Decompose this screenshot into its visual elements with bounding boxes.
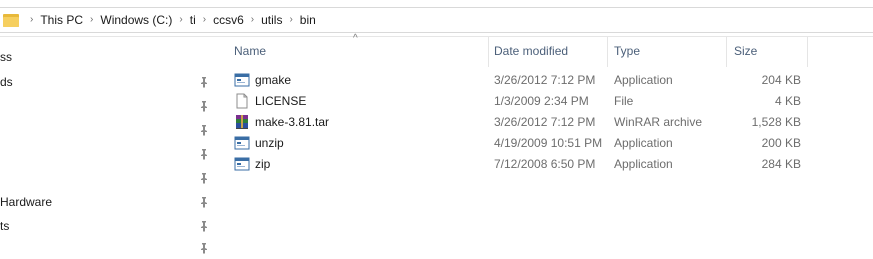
file-size: 1,528 KB [751,115,801,129]
file-date-modified: 4/19/2009 10:51 PM [494,136,603,150]
breadcrumb-item-bin[interactable]: › bin [282,8,315,32]
nav-item[interactable]: ts [0,215,214,237]
nav-item-label: ts [0,219,10,233]
pin-icon[interactable] [198,220,210,232]
file-list[interactable]: ^ Name Date modified Type Size gmake 3/2… [215,33,873,248]
column-header-name[interactable]: Name [234,44,266,58]
breadcrumb-item-utils[interactable]: › utils [244,8,283,32]
file-type: Application [614,136,673,150]
file-row[interactable]: zip 7/12/2008 6:50 PM Application 284 KB [215,154,808,175]
nav-item[interactable] [0,95,214,117]
chevron-right-icon[interactable]: › [244,8,261,32]
breadcrumb-label[interactable]: ccsv6 [213,8,244,32]
file-row[interactable]: unzip 4/19/2009 10:51 PM Application 200… [215,133,808,154]
file-row[interactable]: gmake 3/26/2012 7:12 PM Application 204 … [215,70,808,91]
file-name: make-3.81.tar [255,115,330,129]
breadcrumb-label[interactable]: Windows (C:) [100,8,172,32]
breadcrumb-item-ccsv6[interactable]: › ccsv6 [196,8,244,32]
chevron-right-icon[interactable]: › [172,8,189,32]
breadcrumb-label[interactable]: utils [261,8,282,32]
pin-icon[interactable] [198,172,210,184]
column-divider[interactable] [607,37,608,67]
nav-item[interactable]: ds [0,71,214,93]
chevron-right-icon[interactable]: › [83,8,100,32]
column-headers: ^ Name Date modified Type Size [215,33,873,67]
chevron-right-icon[interactable]: › [23,8,40,32]
column-divider[interactable] [726,37,727,67]
pin-icon[interactable] [198,196,210,208]
file-date-modified: 3/26/2012 7:12 PM [494,73,596,87]
application-icon [234,136,250,150]
navigation-pane[interactable]: ss ds Hardware ts [0,37,214,254]
sort-ascending-icon: ^ [353,33,358,44]
nav-item[interactable] [0,119,214,141]
column-header-date-modified[interactable]: Date modified [494,44,568,58]
file-row[interactable]: make-3.81.tar 3/26/2012 7:12 PM WinRAR a… [215,112,808,133]
address-bar[interactable]: › This PC › Windows (C:) › ti › ccsv6 › … [0,0,873,37]
pin-icon[interactable] [198,148,210,160]
file-name: gmake [255,73,292,87]
file-type: File [614,94,634,108]
chevron-right-icon[interactable]: › [282,8,299,32]
nav-item[interactable] [0,237,214,259]
file-size: 200 KB [761,136,801,150]
column-header-type[interactable]: Type [614,44,640,58]
nav-item-label: ss [0,50,12,64]
winrar-archive-icon [236,115,248,129]
file-name: LICENSE [255,94,307,108]
column-divider[interactable] [807,37,808,67]
breadcrumb-item-ti[interactable]: › ti [172,8,195,32]
file-type: WinRAR archive [614,115,703,129]
breadcrumb[interactable]: › This PC › Windows (C:) › ti › ccsv6 › … [0,7,873,33]
file-type: Application [614,73,673,87]
chevron-right-icon[interactable]: › [196,8,213,32]
file-size: 204 KB [761,73,801,87]
breadcrumb-item-windows-c[interactable]: › Windows (C:) [83,8,172,32]
column-divider[interactable] [488,37,489,67]
column-header-size[interactable]: Size [734,44,757,58]
file-row[interactable]: LICENSE 1/3/2009 2:34 PM File 4 KB [215,91,808,112]
pin-icon[interactable] [198,100,210,112]
application-icon [234,73,250,87]
nav-item-label: ds [0,75,13,89]
nav-item-label: Hardware [0,195,53,209]
breadcrumb-label[interactable]: bin [300,8,316,32]
file-icon [236,93,248,109]
nav-item[interactable]: ss [0,46,214,68]
nav-item[interactable]: Hardware [0,191,214,213]
file-name: zip [255,157,271,171]
nav-item[interactable] [0,143,214,165]
file-size: 284 KB [761,157,801,171]
application-icon [234,157,250,171]
pin-icon[interactable] [198,76,210,88]
pin-icon[interactable] [198,242,210,254]
nav-item[interactable] [0,167,214,189]
file-size: 4 KB [774,94,801,108]
file-type: Application [614,157,673,171]
file-date-modified: 7/12/2008 6:50 PM [494,157,596,171]
breadcrumb-item-this-pc[interactable]: › This PC [23,8,83,32]
pin-icon[interactable] [198,124,210,136]
file-date-modified: 3/26/2012 7:12 PM [494,115,596,129]
file-date-modified: 1/3/2009 2:34 PM [494,94,589,108]
file-name: unzip [255,136,284,150]
breadcrumb-label[interactable]: This PC [40,8,83,32]
folder-icon [3,13,19,27]
